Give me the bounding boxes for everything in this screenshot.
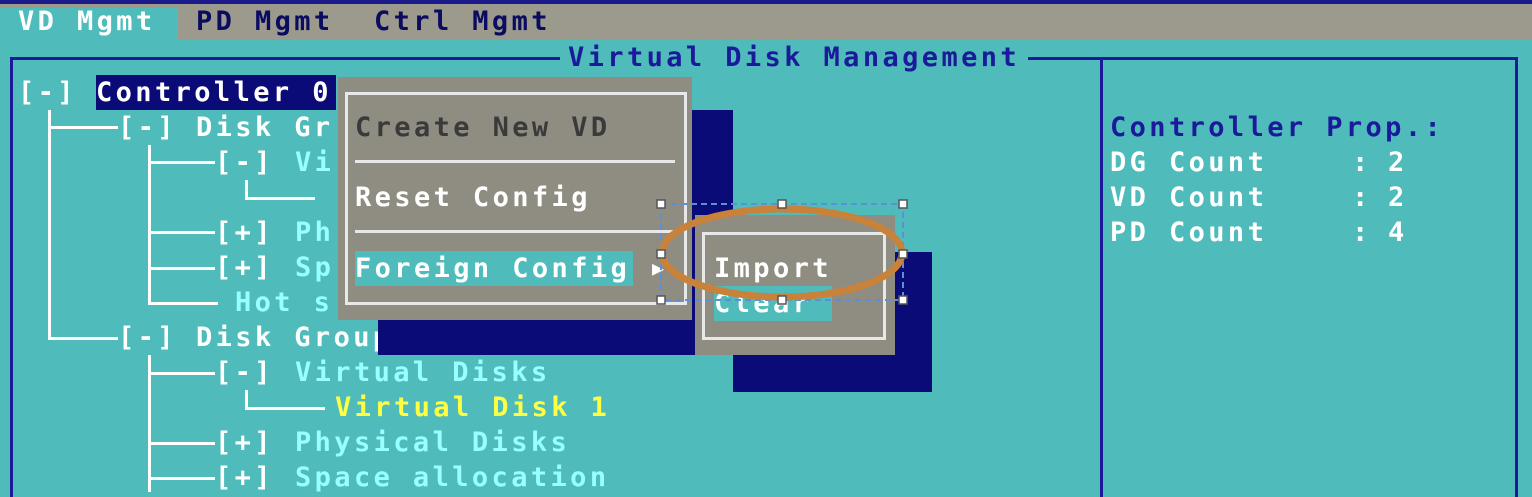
highlight-ellipse <box>658 205 906 301</box>
selection-handles[interactable] <box>656 199 908 305</box>
annotation-overlay <box>656 199 908 305</box>
